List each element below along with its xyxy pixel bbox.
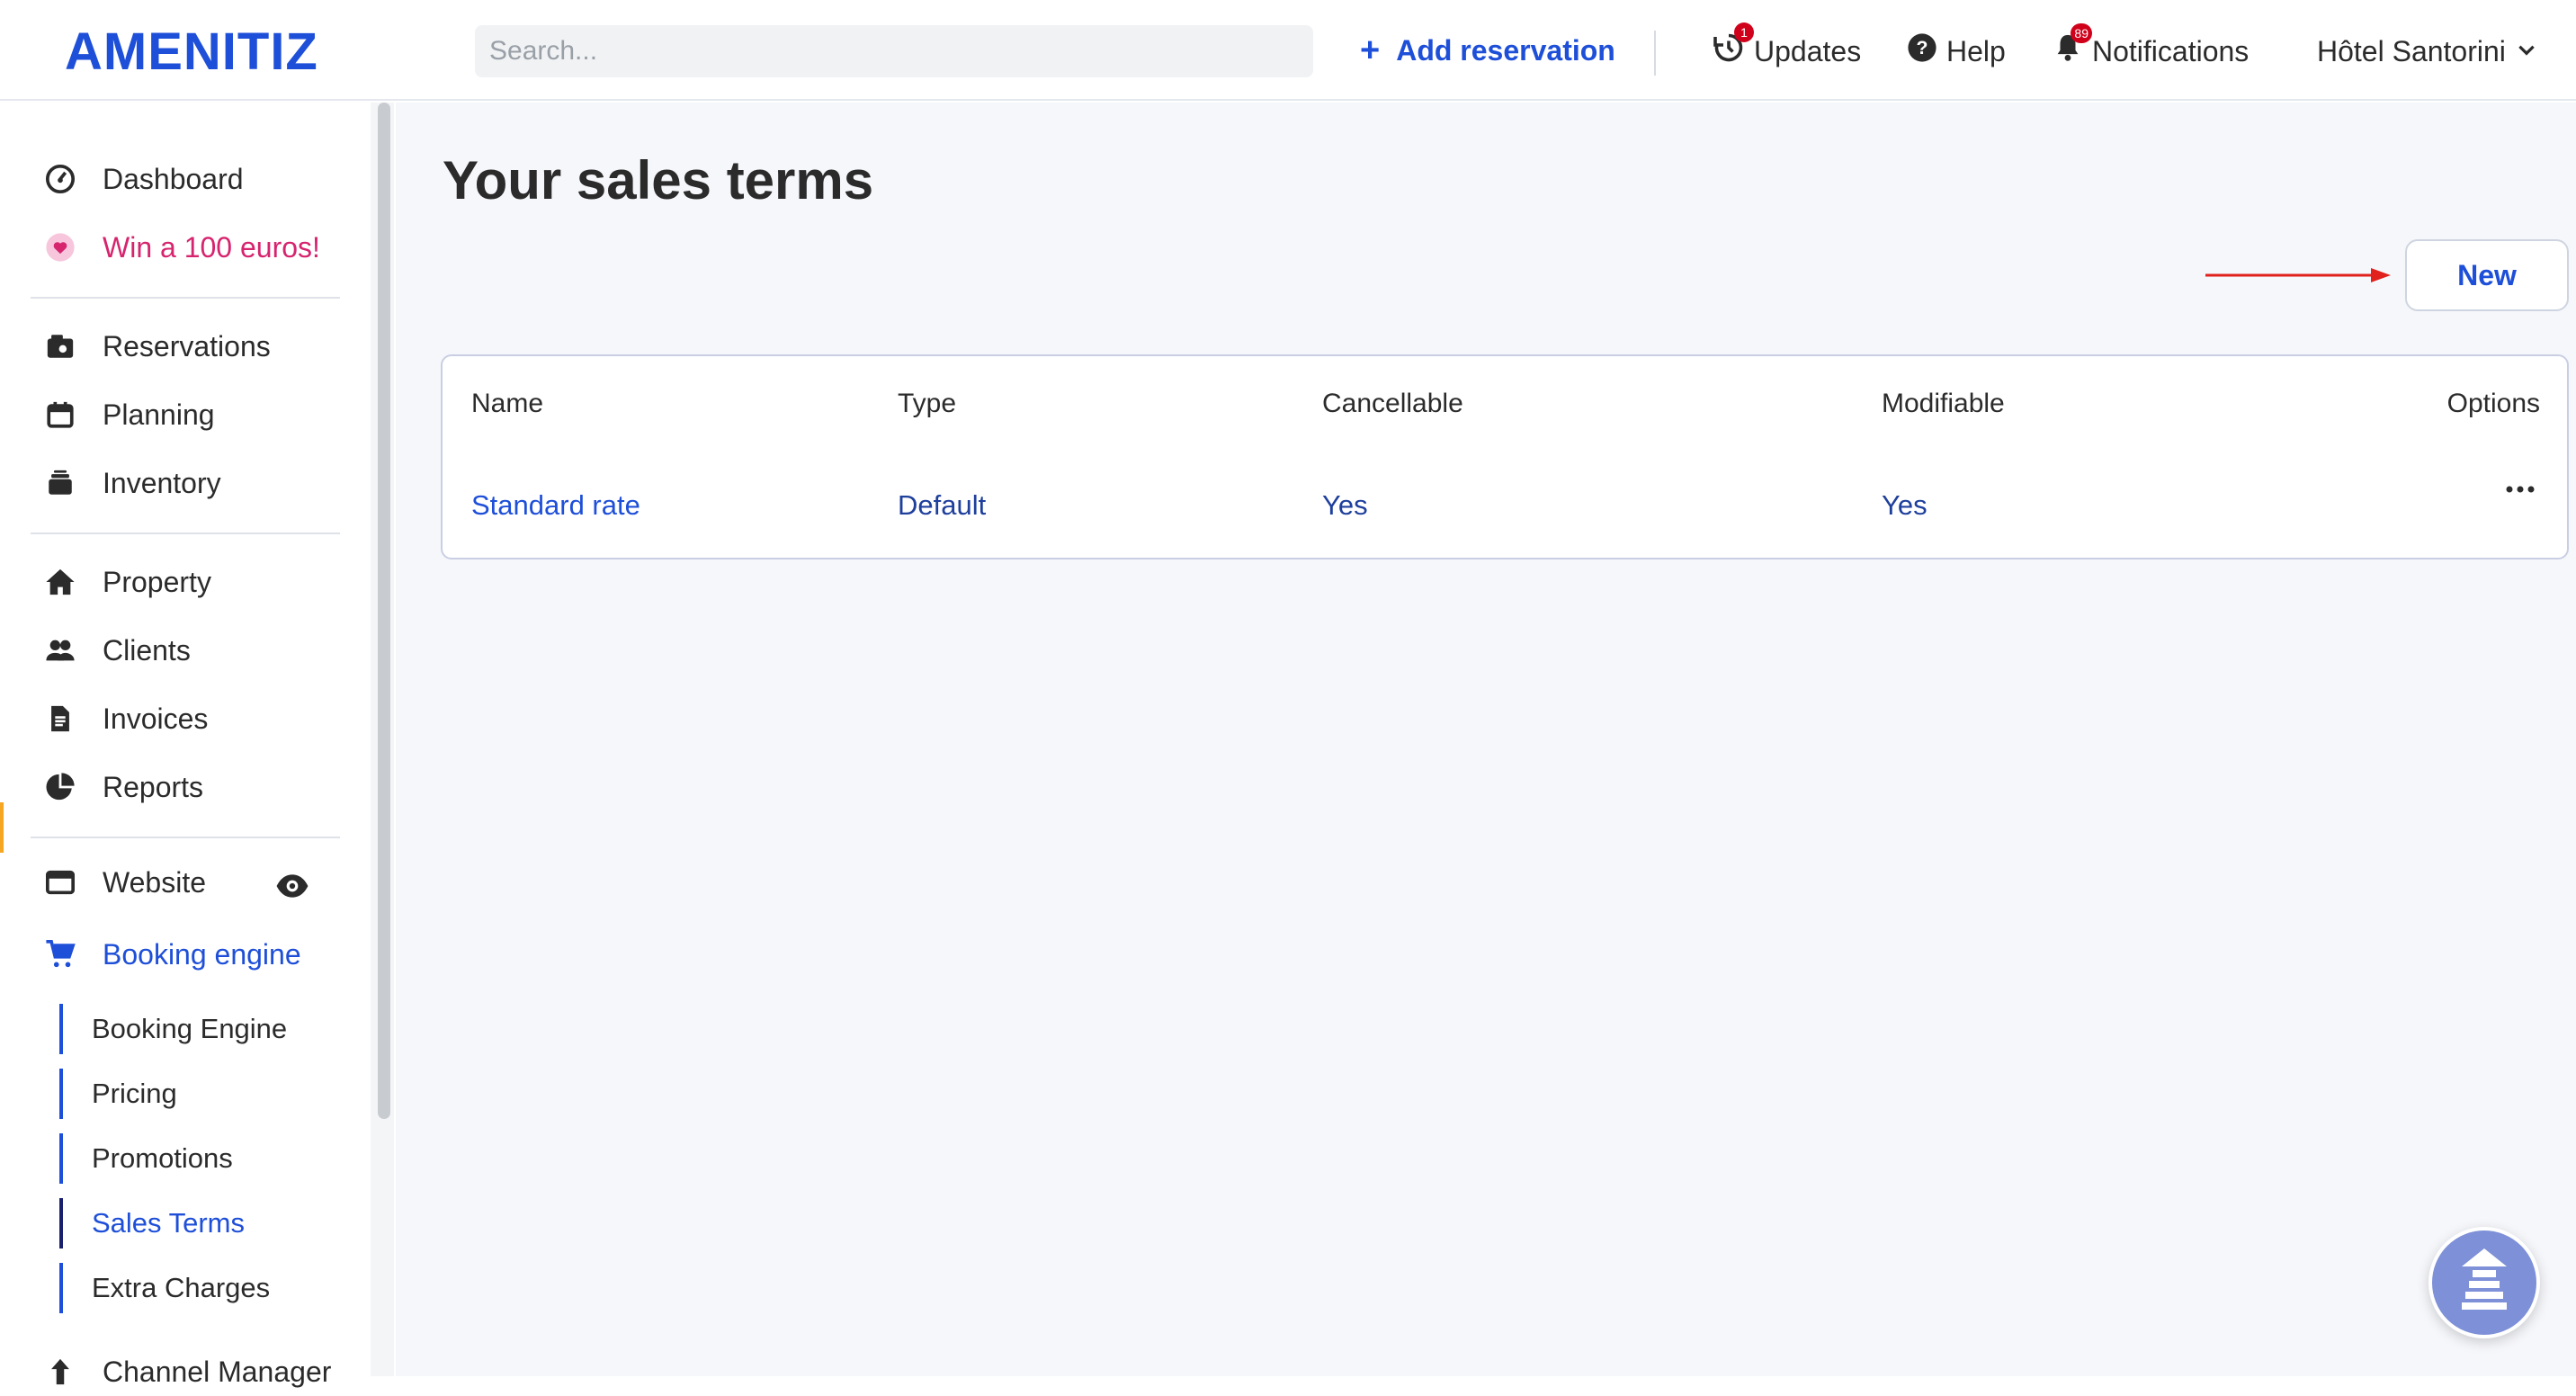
sidebar-item-label: Website xyxy=(103,865,207,899)
sidebar-item-label: Reports xyxy=(103,770,204,803)
add-reservation-button[interactable]: + Add reservation xyxy=(1360,29,1615,72)
users-icon xyxy=(43,633,77,667)
column-header-cancellable: Cancellable xyxy=(1322,389,1463,418)
column-header-type: Type xyxy=(898,389,957,418)
question-circle-icon: ? xyxy=(1907,32,1937,70)
add-reservation-label: Add reservation xyxy=(1396,33,1615,67)
annotation-arrow-icon xyxy=(2205,268,2391,282)
sidebar-item-label: Dashboard xyxy=(103,162,244,195)
sidebar-edge-marker xyxy=(0,802,4,853)
column-header-options: Options xyxy=(2446,389,2540,418)
sidebar-item-inventory[interactable]: Inventory xyxy=(43,459,221,507)
sales-term-modifiable: Yes xyxy=(1882,489,1928,521)
notifications-label: Notifications xyxy=(2092,34,2250,67)
subnav-item-label: Extra Charges xyxy=(92,1272,271,1303)
sidebar-item-website[interactable]: Website xyxy=(43,858,206,907)
home-icon xyxy=(43,565,77,599)
svg-text:?: ? xyxy=(1917,37,1928,58)
sidebar-item-label: Clients xyxy=(103,633,191,667)
subnav-item-pricing[interactable]: Pricing xyxy=(59,1069,177,1119)
new-sales-term-button[interactable]: New xyxy=(2405,239,2569,311)
subnav-item-label: Promotions xyxy=(92,1142,233,1174)
sidebar-item-label: Planning xyxy=(103,398,215,431)
pie-chart-icon xyxy=(43,770,77,804)
upload-arrow-icon xyxy=(43,1355,77,1389)
sidebar-scrollbar-thumb[interactable] xyxy=(378,103,390,1119)
subnav-item-label: Booking Engine xyxy=(92,1013,288,1044)
topbar-divider xyxy=(1654,31,1656,76)
updates-button[interactable]: 1 Updates xyxy=(1713,22,1862,74)
sidebar-item-label: Invoices xyxy=(103,702,209,735)
sidebar-item-win-100-euros[interactable]: Win a 100 euros! xyxy=(43,223,320,272)
notifications-badge: 89 xyxy=(2071,23,2092,43)
amenitiz-logo[interactable]: AMENITIZ xyxy=(65,22,318,82)
column-header-modifiable: Modifiable xyxy=(1882,389,2005,418)
gauge-icon xyxy=(43,162,77,196)
property-name: Hôtel Santorini xyxy=(2317,34,2506,67)
calendar-icon xyxy=(43,398,77,432)
cart-icon xyxy=(43,937,77,971)
inventory-icon xyxy=(43,466,77,500)
sidebar-item-label: Inventory xyxy=(103,466,221,499)
invoice-icon xyxy=(43,702,77,736)
subnav-item-promotions[interactable]: Promotions xyxy=(59,1133,233,1184)
subnav-item-extra-charges[interactable]: Extra Charges xyxy=(59,1263,270,1313)
sidebar-divider xyxy=(31,532,340,534)
heart-icon xyxy=(43,230,77,264)
support-chat-button[interactable] xyxy=(2428,1227,2540,1338)
sidebar-item-dashboard[interactable]: Dashboard xyxy=(43,155,244,203)
chevron-down-icon xyxy=(2515,35,2538,68)
sidebar-divider xyxy=(31,837,340,838)
sidebar-item-label: Channel Manager xyxy=(103,1355,332,1388)
main-content xyxy=(396,103,2576,1376)
sales-term-cancellable: Yes xyxy=(1322,489,1368,521)
property-selector[interactable]: Hôtel Santorini xyxy=(2317,29,2538,74)
sidebar-item-clients[interactable]: Clients xyxy=(43,626,191,675)
sidebar-item-label: Win a 100 euros! xyxy=(103,230,320,264)
more-options-icon[interactable] xyxy=(2504,482,2536,501)
sidebar-item-invoices[interactable]: Invoices xyxy=(43,694,208,743)
sidebar-item-channel-manager[interactable]: Channel Manager xyxy=(43,1347,331,1396)
sales-terms-table: Name Type Cancellable Modifiable Options… xyxy=(441,354,2569,559)
top-bar: AMENITIZ + Add reservation 1 Updates ? H… xyxy=(0,0,2576,101)
sidebar-item-reports[interactable]: Reports xyxy=(43,763,203,811)
sidebar-item-planning[interactable]: Planning xyxy=(43,390,215,439)
subnav-item-booking-engine[interactable]: Booking Engine xyxy=(59,1004,287,1054)
sidebar-item-booking-engine[interactable]: Booking engine xyxy=(43,930,301,979)
subnav-item-label: Sales Terms xyxy=(92,1207,245,1239)
history-clock-icon: 1 xyxy=(1713,22,1754,71)
sidebar-item-label: Reservations xyxy=(103,329,271,362)
help-label: Help xyxy=(1946,34,2006,67)
help-button[interactable]: ? Help xyxy=(1907,29,2006,74)
updates-badge: 1 xyxy=(1734,22,1754,42)
sidebar-item-property[interactable]: Property xyxy=(43,558,211,606)
search-input[interactable] xyxy=(475,25,1313,77)
sidebar-item-label: Booking engine xyxy=(103,937,301,971)
updates-label: Updates xyxy=(1754,34,1862,67)
subnav-item-label: Pricing xyxy=(92,1078,177,1109)
reservations-icon xyxy=(43,329,77,363)
browser-window-icon xyxy=(43,865,77,899)
sidebar-item-reservations[interactable]: Reservations xyxy=(43,322,271,371)
column-header-name: Name xyxy=(471,389,544,418)
sidebar-item-label: Property xyxy=(103,565,211,598)
subnav-item-sales-terms[interactable]: Sales Terms xyxy=(59,1198,245,1248)
eye-icon[interactable] xyxy=(275,872,309,904)
notifications-button[interactable]: 89 Notifications xyxy=(2053,23,2250,74)
sales-term-name-link[interactable]: Standard rate xyxy=(471,489,640,522)
sales-term-type: Default xyxy=(898,489,987,521)
page-title: Your sales terms xyxy=(443,150,874,210)
bell-icon: 89 xyxy=(2053,23,2092,70)
plus-icon: + xyxy=(1360,31,1381,69)
lighthouse-icon xyxy=(2451,1243,2518,1323)
sidebar-divider xyxy=(31,297,340,299)
